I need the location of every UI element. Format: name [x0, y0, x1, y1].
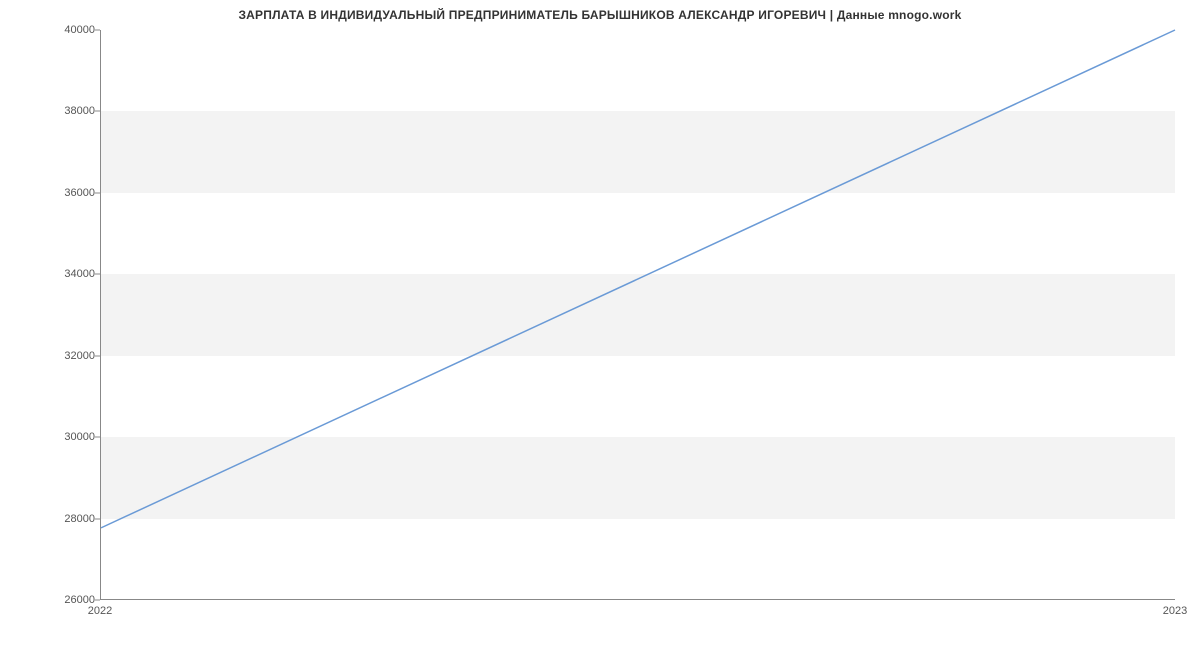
x-tick-label: 2023: [1163, 605, 1187, 617]
chart-container: ЗАРПЛАТА В ИНДИВИДУАЛЬНЫЙ ПРЕДПРИНИМАТЕЛ…: [0, 0, 1200, 650]
y-tick-label: 32000: [60, 350, 95, 362]
y-tick-mark: [95, 355, 100, 356]
y-tick-label: 36000: [60, 187, 95, 199]
line-svg: [101, 30, 1175, 599]
y-tick-mark: [95, 192, 100, 193]
y-tick-mark: [95, 111, 100, 112]
x-tick-label: 2022: [88, 605, 112, 617]
y-tick-label: 34000: [60, 268, 95, 280]
y-tick-mark: [95, 600, 100, 601]
y-tick-label: 30000: [60, 431, 95, 443]
chart-title: ЗАРПЛАТА В ИНДИВИДУАЛЬНЫЙ ПРЕДПРИНИМАТЕЛ…: [0, 8, 1200, 22]
y-tick-label: 40000: [60, 24, 95, 36]
data-line: [101, 30, 1175, 528]
y-tick-mark: [95, 437, 100, 438]
y-tick-mark: [95, 518, 100, 519]
y-tick-label: 38000: [60, 105, 95, 117]
y-tick-mark: [95, 274, 100, 275]
plot-area: [100, 30, 1175, 600]
y-tick-mark: [95, 30, 100, 31]
y-tick-label: 28000: [60, 513, 95, 525]
